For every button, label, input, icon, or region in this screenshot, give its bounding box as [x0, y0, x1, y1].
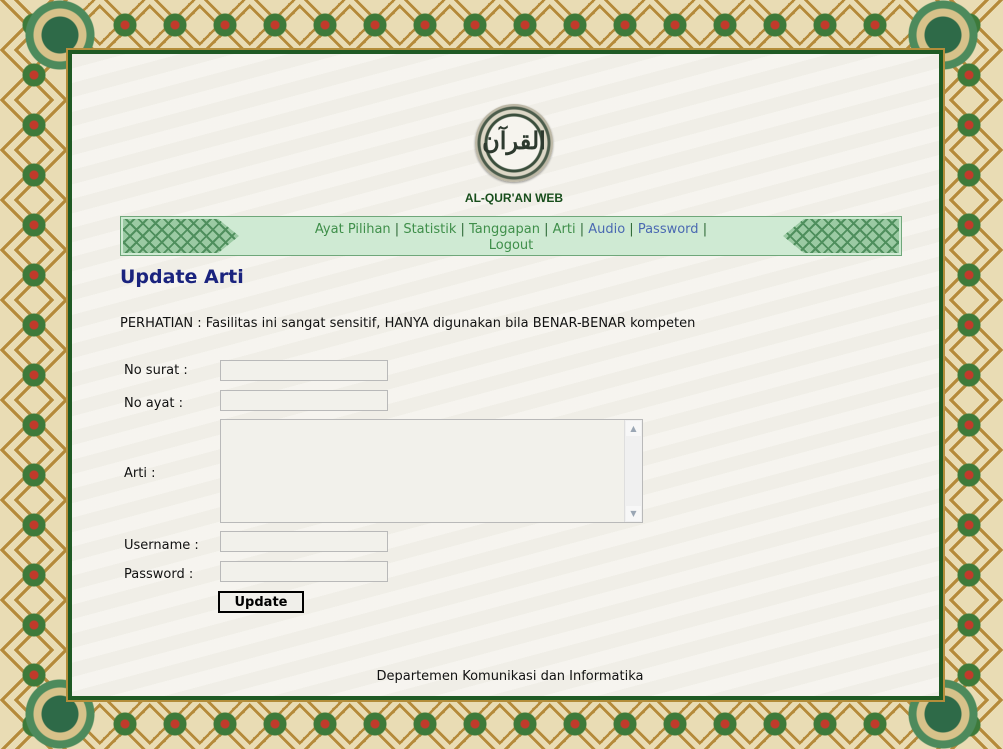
- nav-separator: |: [575, 222, 589, 237]
- logo-calligraphy: القرآن: [482, 126, 546, 155]
- no-ayat-label: No ayat :: [124, 396, 184, 411]
- quran-logo-icon: القرآن: [475, 104, 553, 182]
- ornament-border-top: [0, 0, 1003, 50]
- nav-separator: |: [539, 222, 553, 237]
- nav-separator: |: [456, 222, 470, 237]
- password-label: Password :: [124, 567, 194, 582]
- nav-link-logout[interactable]: Logout: [489, 238, 534, 253]
- no-ayat-input[interactable]: [220, 390, 388, 411]
- page-title: Update Arti: [120, 266, 244, 288]
- site-title: AL-QUR'AN WEB: [464, 191, 564, 205]
- footer-text: Departemen Komunikasi dan Informatika: [376, 669, 644, 684]
- ornament-border-right: [935, 0, 1003, 749]
- warning-notice: PERHATIAN : Fasilitas ini sangat sensiti…: [120, 316, 696, 331]
- textarea-scrollbar[interactable]: ▲ ▼: [624, 420, 642, 522]
- nav-link-password[interactable]: Password: [638, 222, 699, 237]
- nav-ornament-right-icon: [783, 219, 899, 253]
- update-button[interactable]: Update: [218, 591, 304, 613]
- nav-separator: |: [390, 222, 404, 237]
- nav-link-ayat-pilihan[interactable]: Ayat Pilihan: [315, 222, 391, 237]
- nav-link-tanggapan[interactable]: Tanggapan: [469, 222, 540, 237]
- ornament-border-bottom: [0, 699, 1003, 749]
- username-input[interactable]: [220, 531, 388, 552]
- scroll-down-arrow-icon[interactable]: ▼: [626, 506, 641, 521]
- scroll-up-arrow-icon[interactable]: ▲: [626, 421, 641, 436]
- arti-textarea[interactable]: ▲ ▼: [220, 419, 643, 523]
- nav-link-audio[interactable]: Audio: [588, 222, 625, 237]
- nav-link-statistik[interactable]: Statistik: [403, 222, 456, 237]
- no-surat-label: No surat :: [124, 363, 188, 378]
- arti-label: Arti :: [124, 466, 156, 481]
- nav-ornament-left-icon: [123, 219, 239, 253]
- nav-separator: |: [625, 222, 638, 237]
- no-surat-input[interactable]: [220, 360, 388, 381]
- nav-bar: Ayat Pilihan | Statistik | Tanggapan | A…: [120, 216, 902, 256]
- nav-links: Ayat Pilihan | Statistik | Tanggapan | A…: [261, 222, 761, 254]
- username-label: Username :: [124, 538, 199, 553]
- ornament-border-left: [0, 0, 68, 749]
- nav-separator: |: [698, 222, 708, 237]
- nav-link-arti[interactable]: Arti: [553, 222, 576, 237]
- password-input[interactable]: [220, 561, 388, 582]
